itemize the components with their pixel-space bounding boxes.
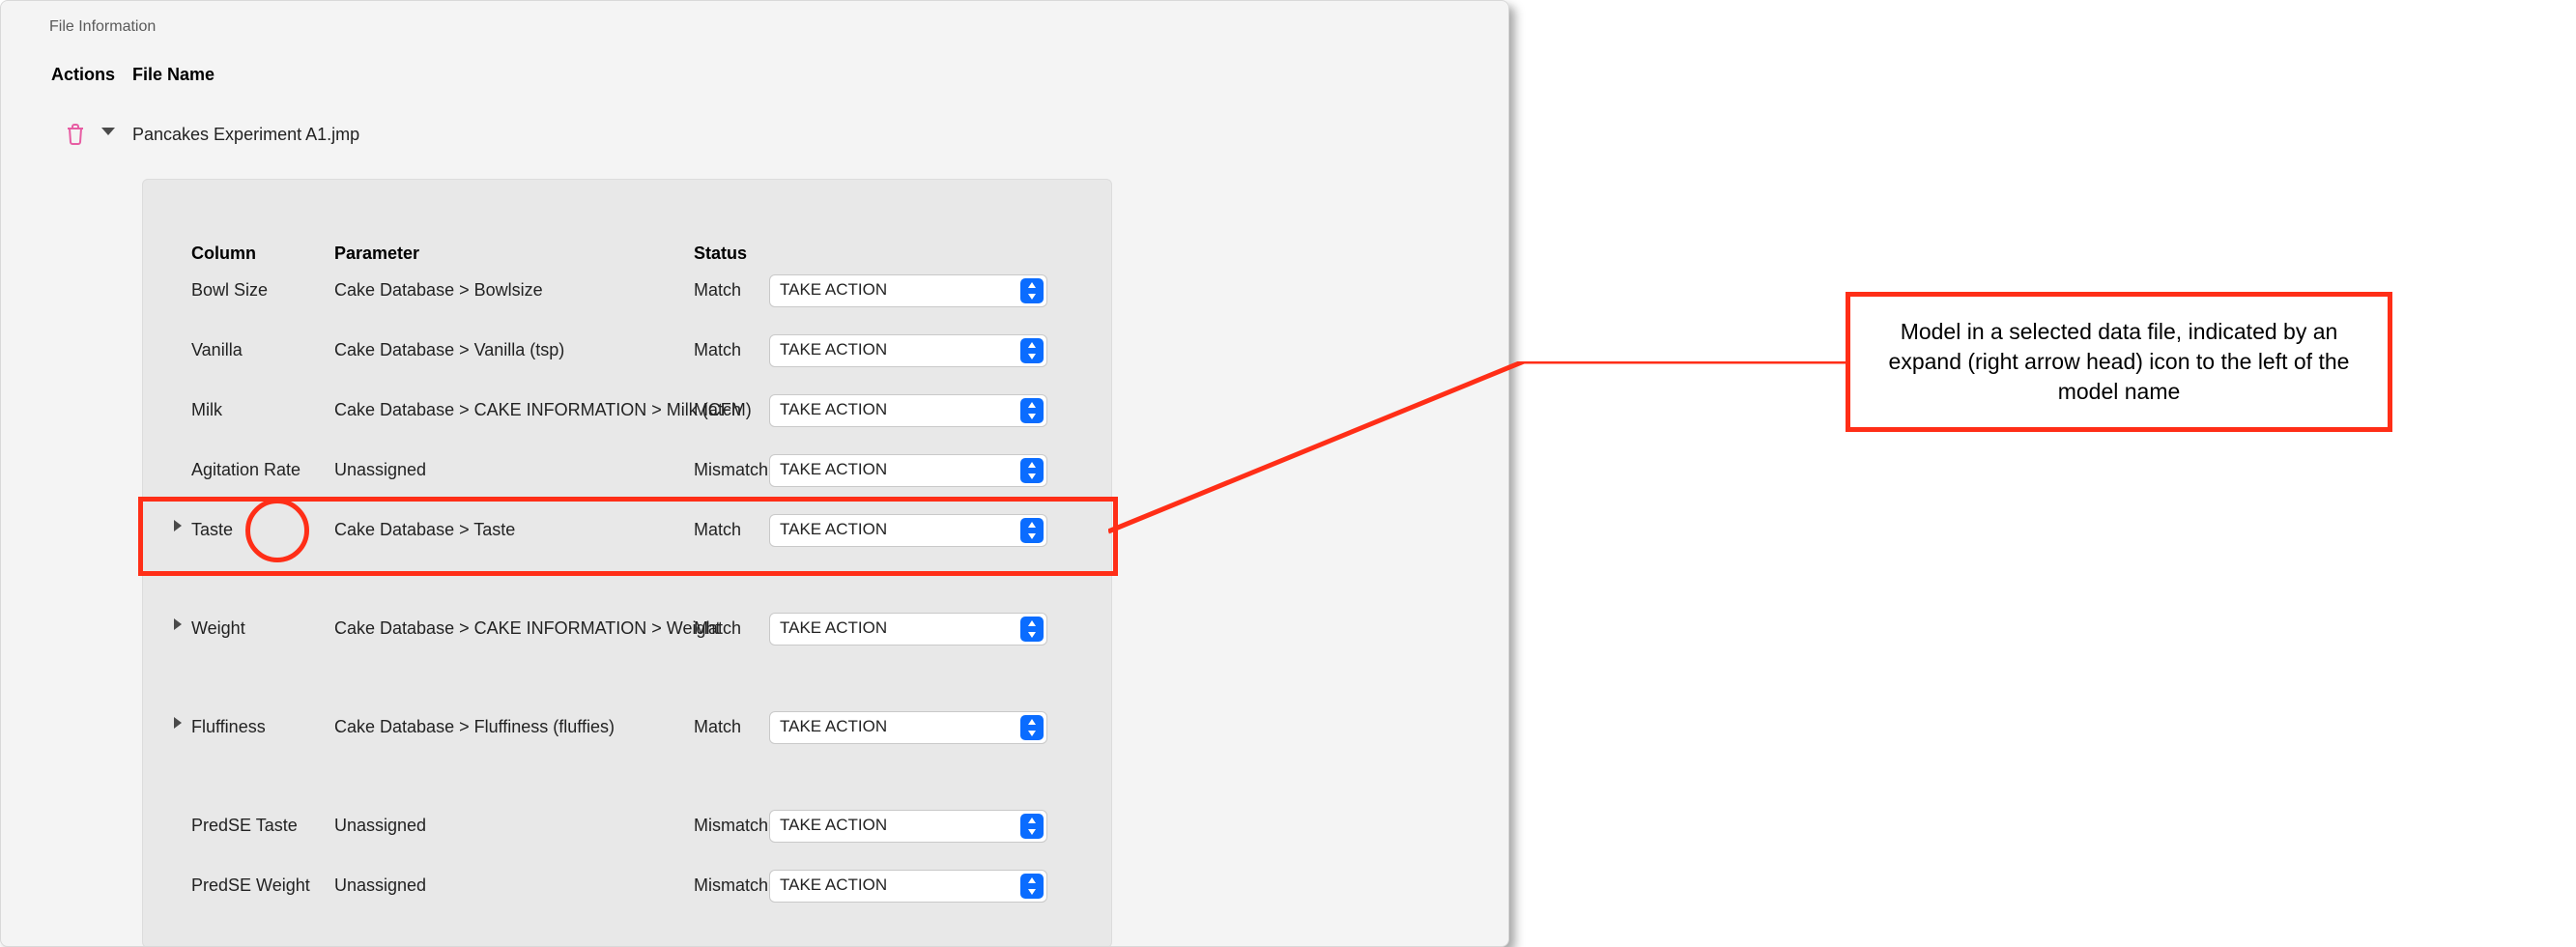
cell-status: Match: [694, 520, 741, 540]
updown-icon: [1020, 458, 1044, 483]
updown-icon: [1020, 278, 1044, 303]
updown-icon: [1020, 814, 1044, 839]
cell-status: Match: [694, 400, 741, 420]
header-parameter: Parameter: [334, 244, 419, 264]
take-action-select[interactable]: TAKE ACTION: [769, 394, 1047, 427]
cell-status: Match: [694, 340, 741, 360]
cell-column: Taste: [191, 520, 233, 540]
table-row: Weight Cake Database > CAKE INFORMATION >…: [143, 618, 1111, 678]
take-action-select[interactable]: TAKE ACTION: [769, 870, 1047, 903]
annotation-callout: Model in a selected data file, indicated…: [1846, 292, 2392, 432]
file-information-panel: File Information Actions File Name Panca…: [0, 0, 1509, 947]
cell-parameter: Unassigned: [334, 460, 426, 480]
updown-icon: [1020, 617, 1044, 642]
cell-column: Weight: [191, 618, 245, 639]
table-row: Vanilla Cake Database > Vanilla (tsp) Matc…: [143, 340, 1111, 400]
select-label: TAKE ACTION: [780, 816, 887, 835]
chevron-right-icon[interactable]: [170, 518, 186, 538]
select-label: TAKE ACTION: [780, 460, 887, 479]
updown-icon: [1020, 398, 1044, 423]
cell-status: Mismatch: [694, 460, 768, 480]
select-label: TAKE ACTION: [780, 618, 887, 638]
cell-parameter: Unassigned: [334, 816, 426, 836]
table-row: Bowl Size Cake Database > Bowlsize Match TA…: [143, 280, 1111, 340]
take-action-select[interactable]: TAKE ACTION: [769, 334, 1047, 367]
updown-icon: [1020, 338, 1044, 363]
select-label: TAKE ACTION: [780, 340, 887, 359]
table-row: Taste Cake Database > Taste Match TAKE ACTI…: [143, 520, 1111, 580]
header-status: Status: [694, 244, 747, 264]
cell-parameter: Cake Database > Vanilla (tsp): [334, 340, 564, 360]
updown-icon: [1020, 518, 1044, 543]
cell-parameter: Cake Database > Taste: [334, 520, 515, 540]
table-row: PredSE Weight Unassigned Mismatch TAKE ACTI…: [143, 875, 1111, 935]
take-action-select[interactable]: TAKE ACTION: [769, 711, 1047, 744]
header-column: Column: [191, 244, 256, 264]
cell-parameter: Cake Database > CAKE INFORMATION > Milk …: [334, 400, 752, 420]
cell-column: PredSE Taste: [191, 816, 298, 836]
select-label: TAKE ACTION: [780, 717, 887, 736]
cell-parameter: Cake Database > Bowlsize: [334, 280, 543, 301]
take-action-select[interactable]: TAKE ACTION: [769, 810, 1047, 843]
cell-column: Milk: [191, 400, 222, 420]
cell-parameter: Cake Database > CAKE INFORMATION > Weigh…: [334, 618, 720, 639]
column-header-actions: Actions: [51, 65, 115, 85]
cell-column: Agitation Rate: [191, 460, 301, 480]
take-action-select[interactable]: TAKE ACTION: [769, 613, 1047, 646]
table-row: PredSE Taste Unassigned Mismatch TAKE ACTIO…: [143, 816, 1111, 875]
take-action-select[interactable]: TAKE ACTION: [769, 274, 1047, 307]
table-row: Agitation Rate Unassigned Mismatch TAKE ACT…: [143, 460, 1111, 520]
cell-status: Mismatch: [694, 816, 768, 836]
cell-status: Mismatch: [694, 875, 768, 896]
select-label: TAKE ACTION: [780, 280, 887, 300]
chevron-right-icon[interactable]: [170, 617, 186, 637]
cell-column: Vanilla: [191, 340, 243, 360]
cell-status: Match: [694, 618, 741, 639]
file-name: Pancakes Experiment A1.jmp: [132, 125, 359, 145]
cell-parameter: Cake Database > Fluffiness (fluffies): [334, 717, 615, 737]
cell-status: Match: [694, 717, 741, 737]
cell-parameter: Unassigned: [334, 875, 426, 896]
take-action-select[interactable]: TAKE ACTION: [769, 454, 1047, 487]
cell-status: Match: [694, 280, 741, 301]
table-row: Milk Cake Database > CAKE INFORMATION > M…: [143, 400, 1111, 460]
select-label: TAKE ACTION: [780, 400, 887, 419]
select-label: TAKE ACTION: [780, 520, 887, 539]
chevron-down-icon[interactable]: [100, 123, 117, 145]
take-action-select[interactable]: TAKE ACTION: [769, 514, 1047, 547]
cell-column: Bowl Size: [191, 280, 268, 301]
chevron-right-icon[interactable]: [170, 715, 186, 735]
annotation-callout-text: Model in a selected data file, indicated…: [1868, 317, 2370, 407]
trash-icon[interactable]: [65, 123, 86, 151]
updown-icon: [1020, 874, 1044, 899]
updown-icon: [1020, 715, 1044, 740]
section-title: File Information: [49, 18, 156, 36]
select-label: TAKE ACTION: [780, 875, 887, 895]
column-header-file-name: File Name: [132, 65, 215, 85]
table-row: Fluffiness Cake Database > Fluffiness (fl…: [143, 717, 1111, 777]
cell-column: PredSE Weight: [191, 875, 310, 896]
details-card: Column Parameter Status Bowl Size Cake Da…: [142, 179, 1112, 947]
cell-column: Fluffiness: [191, 717, 266, 737]
